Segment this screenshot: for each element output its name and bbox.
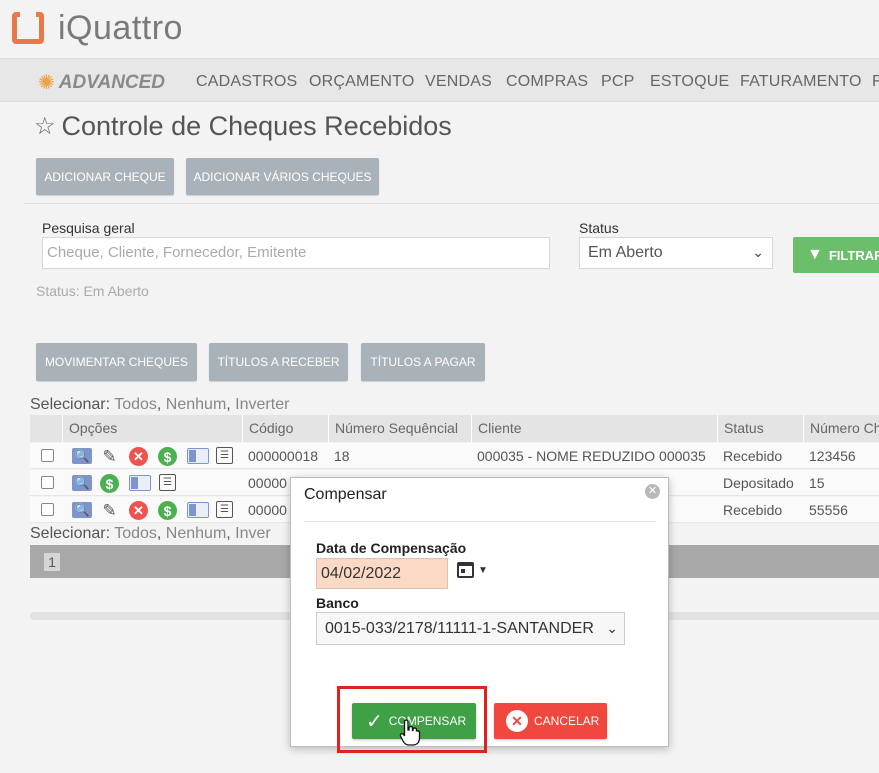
nav-more[interactable]: F xyxy=(872,73,879,91)
cell-code: 000000018 xyxy=(248,448,319,464)
nav-compras[interactable]: COMPRAS xyxy=(506,73,588,91)
col-numero-cheque[interactable]: Número Ch xyxy=(803,415,879,442)
cancel-button-label: CANCELAR xyxy=(534,714,600,728)
sun-icon: ✺ xyxy=(38,72,55,94)
select-prefix: Selecionar: xyxy=(30,396,111,413)
check-icon: ✓ xyxy=(366,710,383,733)
select-invert-link[interactable]: Inverter xyxy=(235,396,289,413)
row-checkbox[interactable] xyxy=(41,503,54,516)
compensation-date-input[interactable]: 04/02/2022 xyxy=(316,558,448,589)
search-input[interactable]: Cheque, Cliente, Fornecedor, Emitente xyxy=(42,237,550,269)
list-icon[interactable]: ☰ xyxy=(216,501,233,518)
page-number[interactable]: 1 xyxy=(44,553,60,571)
pencil-icon[interactable]: ✎ xyxy=(100,447,119,466)
status-select-value: Em Aberto xyxy=(588,244,663,261)
status-select[interactable]: Em Aberto ⌄ xyxy=(579,237,773,269)
chevron-down-icon: ⌄ xyxy=(752,244,764,260)
col-cliente[interactable]: Cliente xyxy=(471,415,717,442)
hand-cursor-icon xyxy=(399,719,421,746)
select-none-link[interactable]: Nenhum xyxy=(166,396,226,413)
cancel-button[interactable]: ✕ CANCELAR xyxy=(494,703,607,739)
row-checkbox[interactable] xyxy=(41,476,54,489)
cell-number: 15 xyxy=(809,475,825,491)
calendar-icon xyxy=(457,562,474,578)
col-status[interactable]: Status xyxy=(717,415,803,442)
filter-icon: ▼ xyxy=(807,246,823,263)
list-icon[interactable]: ☰ xyxy=(216,447,233,464)
page-title-text: Controle de Cheques Recebidos xyxy=(61,111,452,141)
cell-number: 123456 xyxy=(809,448,856,464)
cell-status: Recebido xyxy=(723,448,783,464)
filter-button-label: FILTRAR xyxy=(828,247,879,263)
cell-number: 55556 xyxy=(809,502,848,518)
delete-icon[interactable]: ✕ xyxy=(129,447,148,466)
pencil-icon[interactable]: ✎ xyxy=(100,501,119,520)
brand-label: ADVANCED xyxy=(58,71,166,93)
search-label: Pesquisa geral xyxy=(42,220,135,236)
bank-label: Banco xyxy=(316,595,359,611)
nav-cadastros[interactable]: CADASTROS xyxy=(196,73,297,91)
card-icon[interactable] xyxy=(129,475,151,491)
caret-down-icon: ▼ xyxy=(478,564,488,576)
dollar-icon[interactable]: $ xyxy=(158,501,177,520)
nav-estoque[interactable]: ESTOQUE xyxy=(650,73,729,91)
col-codigo[interactable]: Código xyxy=(242,415,328,442)
select-none-link[interactable]: Nenhum xyxy=(166,525,226,542)
select-all-link[interactable]: Todos xyxy=(114,396,157,413)
selection-links-top: Selecionar: Todos, Nenhum, Inverter xyxy=(30,396,290,413)
cell-status: Depositado xyxy=(723,475,794,491)
cell-seq: 18 xyxy=(334,448,350,464)
cell-client: 000035 - NOME REDUZIDO 000035 xyxy=(477,448,706,464)
bank-select[interactable]: 0015-033/2178/11111-1-SANTANDER ⌄ xyxy=(316,612,625,645)
table-row[interactable]: 🔍 ✎ ✕ $ ☰ 000000018 18 000035 - NOME RED… xyxy=(30,443,879,469)
titles-payable-button[interactable]: TÍTULOS A PAGAR xyxy=(361,343,485,381)
list-icon[interactable]: ☰ xyxy=(159,474,176,491)
card-icon[interactable] xyxy=(187,502,209,518)
card-icon[interactable] xyxy=(187,448,209,464)
brand-advanced[interactable]: ✺ ADVANCED xyxy=(38,70,165,95)
search-icon[interactable]: 🔍 xyxy=(72,502,92,518)
status-hint: Status: Em Aberto xyxy=(36,283,149,299)
dialog-divider xyxy=(304,521,656,522)
col-numero-sequencial[interactable]: Número Sequêncial xyxy=(328,415,471,442)
chevron-down-icon: ⌄ xyxy=(606,620,618,636)
date-label: Data de Compensação xyxy=(316,540,467,556)
logo-mark-icon xyxy=(10,8,50,48)
dollar-icon[interactable]: $ xyxy=(158,447,177,466)
delete-icon[interactable]: ✕ xyxy=(129,501,148,520)
select-invert-link[interactable]: Inver xyxy=(235,525,271,542)
selection-links-bottom: Selecionar: Todos, Nenhum, Inver xyxy=(30,525,271,542)
status-label: Status xyxy=(579,220,619,236)
calendar-button[interactable]: ▼ xyxy=(457,562,488,578)
filter-button[interactable]: ▼ FILTRAR xyxy=(793,237,879,273)
nav-pcp[interactable]: PCP xyxy=(601,73,635,91)
nav-vendas[interactable]: VENDAS xyxy=(425,73,492,91)
nav-faturamento[interactable]: FATURAMENTO xyxy=(740,73,862,91)
dollar-icon[interactable]: $ xyxy=(100,474,119,493)
titles-receivable-button[interactable]: TÍTULOS A RECEBER xyxy=(209,343,348,381)
search-icon[interactable]: 🔍 xyxy=(72,475,92,491)
dialog-title: Compensar xyxy=(304,486,387,503)
move-cheques-button[interactable]: MOVIMENTAR CHEQUES xyxy=(36,343,197,381)
page-title: ☆ Controle de Cheques Recebidos xyxy=(34,111,452,142)
select-all-link[interactable]: Todos xyxy=(114,525,157,542)
cell-code: 00000 xyxy=(248,502,287,518)
cell-status: Recebido xyxy=(723,502,783,518)
col-opcoes[interactable]: Opções xyxy=(62,415,244,442)
cell-code: 00000 xyxy=(248,475,287,491)
close-icon[interactable]: ✕ xyxy=(645,484,660,499)
row-checkbox[interactable] xyxy=(41,449,54,462)
search-icon[interactable]: 🔍 xyxy=(72,448,92,464)
table-header: Opções Código Número Sequêncial Cliente … xyxy=(30,415,879,442)
app-logo[interactable]: iQuattro xyxy=(10,6,183,50)
nav-orcamento[interactable]: ORÇAMENTO xyxy=(309,73,415,91)
add-many-cheques-button[interactable]: ADICIONAR VÁRIOS CHEQUES xyxy=(186,158,379,195)
bank-select-value: 0015-033/2178/11111-1-SANTANDER xyxy=(325,620,594,637)
close-circle-icon: ✕ xyxy=(506,710,528,732)
select-prefix: Selecionar: xyxy=(30,525,111,542)
add-cheque-button[interactable]: ADICIONAR CHEQUE xyxy=(36,158,174,195)
logo-text: iQuattro xyxy=(58,8,183,47)
star-icon[interactable]: ☆ xyxy=(34,112,56,141)
